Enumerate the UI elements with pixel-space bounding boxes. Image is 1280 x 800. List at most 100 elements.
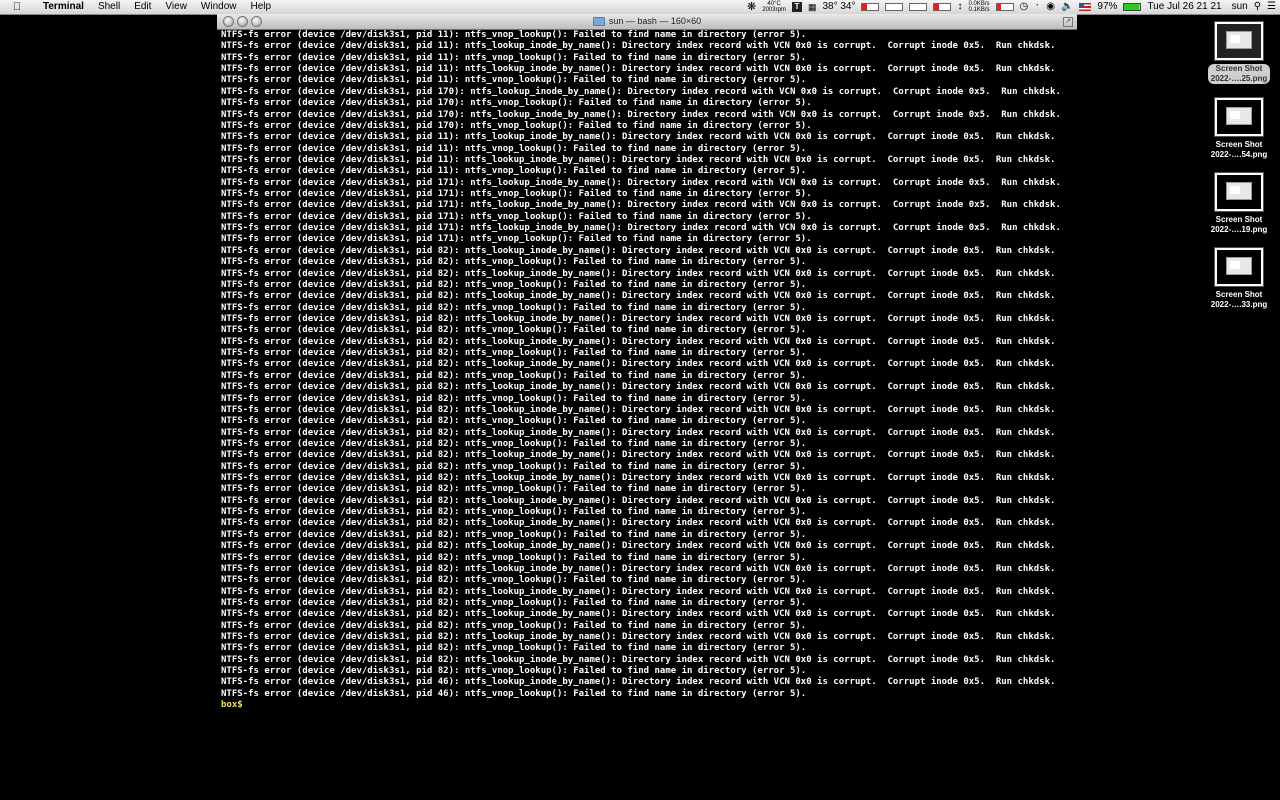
weather-temp[interactable]: 38° 34° bbox=[822, 0, 855, 14]
terminal-line: NTFS-fs error (device /dev/disk3s1, pid … bbox=[221, 98, 812, 109]
window-titlebar[interactable]: sun — bash — 160×60 ↗ bbox=[217, 14, 1077, 30]
terminal-line: NTFS-fs error (device /dev/disk3s1, pid … bbox=[221, 75, 807, 86]
close-button[interactable] bbox=[223, 16, 234, 27]
terminal-line: NTFS-fs error (device /dev/disk3s1, pid … bbox=[221, 609, 1056, 620]
terminal-output[interactable]: NTFS-fs error (device /dev/disk3s1, pid … bbox=[217, 30, 1077, 712]
terminal-line: NTFS-fs error (device /dev/disk3s1, pid … bbox=[221, 109, 1061, 120]
menu-edit[interactable]: Edit bbox=[127, 0, 158, 14]
terminal-line: NTFS-fs error (device /dev/disk3s1, pid … bbox=[221, 189, 812, 200]
terminal-line: NTFS-fs error (device /dev/disk3s1, pid … bbox=[221, 529, 807, 540]
terminal-line: NTFS-fs error (device /dev/disk3s1, pid … bbox=[221, 41, 1056, 52]
terminal-line: NTFS-fs error (device /dev/disk3s1, pid … bbox=[221, 461, 807, 472]
time-machine-icon[interactable]: ◷ bbox=[1020, 0, 1029, 14]
file-label: Screen Shot 2022-….25.png bbox=[1207, 64, 1271, 84]
menu-bar:  Terminal Shell Edit View Window Help ❋… bbox=[0, 0, 1280, 15]
network-readout[interactable]: 0.0KB/s 0.1KB/s bbox=[968, 1, 989, 13]
battery-icon[interactable] bbox=[1123, 3, 1142, 11]
desktop-file-screenshot-1[interactable]: Screen Shot 2022-….25.png bbox=[1203, 22, 1275, 84]
terminal-line: NTFS-fs error (device /dev/disk3s1, pid … bbox=[221, 154, 1056, 165]
desktop-file-screenshot-3[interactable]: Screen Shot 2022-….19.png bbox=[1203, 173, 1275, 235]
gpu-meter[interactable] bbox=[933, 3, 952, 11]
terminal-line: NTFS-fs error (device /dev/disk3s1, pid … bbox=[221, 302, 807, 313]
text-input-icon[interactable]: T bbox=[791, 2, 802, 12]
desktop-file-screenshot-4[interactable]: Screen Shot 2022-….33.png bbox=[1203, 248, 1275, 310]
minimize-button[interactable] bbox=[237, 16, 248, 27]
menu-help[interactable]: Help bbox=[244, 0, 279, 14]
terminal-line: NTFS-fs error (device /dev/disk3s1, pid … bbox=[221, 291, 1056, 302]
terminal-line: NTFS-fs error (device /dev/disk3s1, pid … bbox=[221, 52, 807, 63]
terminal-line: NTFS-fs error (device /dev/disk3s1, pid … bbox=[221, 518, 1056, 529]
menu-view[interactable]: View bbox=[158, 0, 194, 14]
zoom-button[interactable] bbox=[251, 16, 262, 27]
terminal-line: NTFS-fs error (device /dev/disk3s1, pid … bbox=[221, 348, 807, 359]
terminal-line: NTFS-fs error (device /dev/disk3s1, pid … bbox=[221, 654, 1056, 665]
notification-center-icon[interactable]: ☰ bbox=[1267, 0, 1276, 14]
menu-window[interactable]: Window bbox=[194, 0, 244, 14]
wifi-icon[interactable]: ◉ bbox=[1046, 0, 1055, 14]
image-file-icon bbox=[1215, 98, 1263, 136]
terminal-line: NTFS-fs error (device /dev/disk3s1, pid … bbox=[221, 416, 807, 427]
terminal-line: NTFS-fs error (device /dev/disk3s1, pid … bbox=[221, 677, 1056, 688]
menu-terminal[interactable]: Terminal bbox=[36, 0, 91, 14]
terminal-line: NTFS-fs error (device /dev/disk3s1, pid … bbox=[221, 552, 807, 563]
fan-icon[interactable]: ❋ bbox=[747, 0, 756, 14]
memory-meter[interactable] bbox=[885, 3, 904, 11]
terminal-line: NTFS-fs error (device /dev/disk3s1, pid … bbox=[221, 166, 807, 177]
terminal-line: NTFS-fs error (device /dev/disk3s1, pid … bbox=[221, 245, 1056, 256]
folder-icon bbox=[592, 17, 605, 27]
file-label: Screen Shot 2022-….19.png bbox=[1210, 215, 1268, 234]
spotlight-icon[interactable]: ⚲ bbox=[1254, 0, 1261, 14]
net-down: 0.1KB/s bbox=[968, 7, 990, 13]
volume-icon[interactable]: 🔈 bbox=[1061, 0, 1073, 14]
terminal-line: NTFS-fs error (device /dev/disk3s1, pid … bbox=[221, 666, 807, 677]
terminal-line: NTFS-fs error (device /dev/disk3s1, pid … bbox=[221, 370, 807, 381]
terminal-line: NTFS-fs error (device /dev/disk3s1, pid … bbox=[221, 132, 1056, 143]
bluetooth-icon[interactable]: ᛫ bbox=[1034, 0, 1040, 14]
terminal-line: NTFS-fs error (device /dev/disk3s1, pid … bbox=[221, 473, 1056, 484]
file-label: Screen Shot 2022-….33.png bbox=[1210, 290, 1268, 309]
terminal-line: NTFS-fs error (device /dev/disk3s1, pid … bbox=[221, 359, 1056, 370]
terminal-line: NTFS-fs error (device /dev/disk3s1, pid … bbox=[221, 200, 1061, 211]
battery-percent[interactable]: 97% bbox=[1097, 0, 1117, 14]
activity-meter[interactable] bbox=[995, 3, 1014, 11]
cpu-meter[interactable] bbox=[861, 3, 880, 11]
terminal-line: NTFS-fs error (device /dev/disk3s1, pid … bbox=[221, 507, 807, 518]
terminal-line: NTFS-fs error (device /dev/disk3s1, pid … bbox=[221, 393, 807, 404]
terminal-line: NTFS-fs error (device /dev/disk3s1, pid … bbox=[221, 495, 1056, 506]
terminal-line: NTFS-fs error (device /dev/disk3s1, pid … bbox=[221, 313, 1056, 324]
terminal-line: NTFS-fs error (device /dev/disk3s1, pid … bbox=[221, 211, 812, 222]
temp-fan-readout[interactable]: 40°C 2003rpm bbox=[762, 1, 786, 13]
terminal-line: NTFS-fs error (device /dev/disk3s1, pid … bbox=[221, 541, 1056, 552]
disk-meter[interactable] bbox=[909, 3, 928, 11]
desktop-file-screenshot-2[interactable]: Screen Shot 2022-….54.png bbox=[1203, 98, 1275, 160]
terminal-line: NTFS-fs error (device /dev/disk3s1, pid … bbox=[221, 484, 807, 495]
fullscreen-icon[interactable]: ↗ bbox=[1063, 17, 1073, 27]
terminal-line: NTFS-fs error (device /dev/disk3s1, pid … bbox=[221, 438, 807, 449]
terminal-line: NTFS-fs error (device /dev/disk3s1, pid … bbox=[221, 620, 807, 631]
terminal-line: NTFS-fs error (device /dev/disk3s1, pid … bbox=[221, 64, 1056, 75]
terminal-line: NTFS-fs error (device /dev/disk3s1, pid … bbox=[221, 223, 1061, 234]
terminal-line: NTFS-fs error (device /dev/disk3s1, pid … bbox=[221, 30, 807, 40]
terminal-line: NTFS-fs error (device /dev/disk3s1, pid … bbox=[221, 120, 812, 131]
image-file-icon bbox=[1215, 22, 1263, 60]
shell-prompt[interactable]: box$ bbox=[221, 700, 1077, 711]
terminal-line: NTFS-fs error (device /dev/disk3s1, pid … bbox=[221, 563, 1056, 574]
fan-rpm: 2003rpm bbox=[762, 7, 786, 13]
clock[interactable]: Tue Jul 26 21 21 bbox=[1147, 0, 1221, 14]
terminal-line: NTFS-fs error (device /dev/disk3s1, pid … bbox=[221, 597, 807, 608]
terminal-line: NTFS-fs error (device /dev/disk3s1, pid … bbox=[221, 234, 812, 245]
sensor-icon[interactable]: ↕ bbox=[957, 0, 962, 14]
terminal-line: NTFS-fs error (device /dev/disk3s1, pid … bbox=[221, 450, 1056, 461]
image-file-icon bbox=[1215, 173, 1263, 211]
terminal-line: NTFS-fs error (device /dev/disk3s1, pid … bbox=[221, 336, 1056, 347]
terminal-line: NTFS-fs error (device /dev/disk3s1, pid … bbox=[221, 575, 807, 586]
apple-logo-icon[interactable]:  bbox=[10, 0, 24, 14]
weather-icon[interactable]: ▦ bbox=[808, 0, 817, 14]
terminal-line: NTFS-fs error (device /dev/disk3s1, pid … bbox=[221, 143, 807, 154]
flag-icon[interactable] bbox=[1079, 3, 1092, 11]
terminal-line: NTFS-fs error (device /dev/disk3s1, pid … bbox=[221, 586, 1056, 597]
terminal-line: NTFS-fs error (device /dev/disk3s1, pid … bbox=[221, 427, 1056, 438]
menu-shell[interactable]: Shell bbox=[91, 0, 127, 14]
user-name[interactable]: sun bbox=[1232, 0, 1248, 14]
terminal-window: sun — bash — 160×60 ↗ NTFS-fs error (dev… bbox=[217, 14, 1077, 800]
